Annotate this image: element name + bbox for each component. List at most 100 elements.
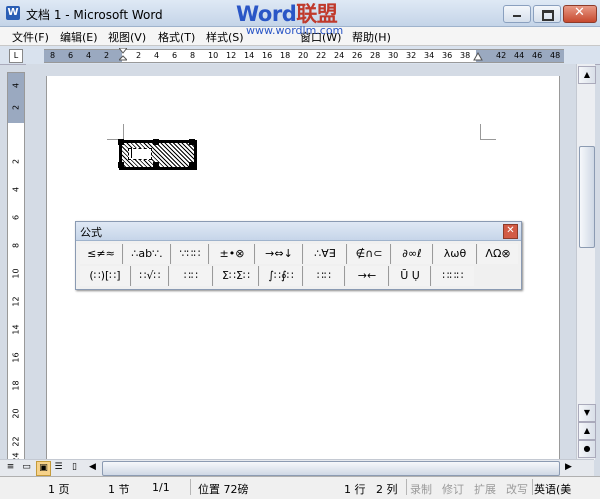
equation-toolbar-close-button[interactable]: ✕ [503,224,518,239]
logical-symbols-button[interactable]: ∴∀∃ [304,244,347,264]
summation-templates-button[interactable]: Σ∷Σ∷ [214,266,259,286]
word-app-icon[interactable]: W [6,6,20,20]
fraction-radical-templates-button[interactable]: ∷√∷ [132,266,169,286]
indent-marker[interactable] [119,48,127,62]
web-layout-view-icon[interactable]: ▭ [20,461,33,474]
tab-selector[interactable]: L [9,49,23,63]
maximize-icon [542,10,554,21]
vertical-ruler-number: 10 [11,268,21,279]
ruler-number: 44 [514,51,525,60]
status-line: 1 行 [344,483,366,496]
ruler-number: 4 [86,51,92,60]
scroll-up-button[interactable]: ▲ [578,66,596,84]
products-set-templates-button[interactable]: Ū Ụ [390,266,431,286]
text-cursor [131,148,132,158]
status-pages: 1/1 [152,481,170,494]
status-page: 1 页 [48,483,70,496]
integral-templates-button[interactable]: ∫∷∮∷ [260,266,303,286]
vertical-ruler-number: 20 [11,408,21,419]
status-bar: 1 页 1 节 1/1 位置 72磅 1 行 2 列 录制 修订 扩展 改写 英… [0,476,600,499]
embellishments-button[interactable]: ∵∷∷ [172,244,209,264]
vertical-ruler-number: 18 [11,380,21,391]
equation-toolbar-titlebar[interactable]: 公式 ✕ [76,222,521,241]
status-language[interactable]: 英语(美 [534,481,571,497]
ruler-number: 6 [172,51,178,60]
vertical-ruler-number: 2 [11,158,21,165]
maximize-button[interactable] [533,5,561,23]
ruler-number: 48 [550,51,561,60]
misc-symbols-button[interactable]: ∂∞ℓ [392,244,433,264]
scroll-down-button[interactable]: ▼ [578,404,596,422]
ruler-number: 30 [388,51,399,60]
operator-symbols-button[interactable]: ±•⊗ [210,244,255,264]
underbar-overbar-templates-button[interactable]: ∷∷ [304,266,345,286]
ruler-number: 34 [424,51,435,60]
scroll-right-button[interactable]: ▶ [562,461,575,474]
ruler-number: 2 [136,51,142,60]
horizontal-scrollbar[interactable]: ≡ ▭ ▣ ☰ ▯ ◀ ▶ [0,459,594,476]
menu-file[interactable]: 文件(F) [12,29,49,45]
status-position: 位置 72磅 [198,483,249,496]
previous-page-button[interactable]: ▲ [578,422,596,440]
ruler-number: 14 [244,51,255,60]
minimize-button[interactable] [503,5,531,23]
equation-toolbar: 公式 ✕ ≤≠≈ ∴ab∵. ∵∷∷ ±•⊗ →⇔↓ ∴∀∃ ∉∩⊂ ∂∞ℓ λ… [75,221,522,290]
vertical-ruler-number: 22 [11,436,21,447]
watermark-brand-cn: 联盟 [296,2,338,26]
labeled-arrow-templates-button[interactable]: →← [346,266,389,286]
greek-lowercase-button[interactable]: λωθ [434,244,477,264]
ruler-number: 4 [154,51,160,60]
set-theory-symbols-button[interactable]: ∉∩⊂ [348,244,391,264]
vertical-scrollbar[interactable]: ▲ ▼ ▲ ● [576,64,596,460]
ruler-number: 28 [370,51,381,60]
crop-mark-right-v [480,124,481,140]
status-column: 2 列 [376,483,398,496]
menu-format[interactable]: 格式(T) [158,29,195,45]
print-layout-view-icon[interactable]: ▣ [36,461,51,476]
arrow-symbols-button[interactable]: →⇔↓ [256,244,303,264]
ruler-number: 26 [352,51,363,60]
vertical-ruler-number: 2 [11,104,21,111]
vertical-scroll-thumb[interactable] [579,146,595,248]
normal-view-icon[interactable]: ≡ [4,461,17,474]
ruler-number: 6 [68,51,74,60]
window-title: 文档 1 - Microsoft Word [26,8,163,22]
ruler-number: 46 [532,51,543,60]
ruler-number: 16 [262,51,273,60]
status-extend-selection[interactable]: 扩展 [474,481,496,497]
ruler-number: 10 [208,51,219,60]
right-indent-marker[interactable] [473,52,483,62]
subscript-superscript-templates-button[interactable]: ∷∷ [170,266,213,286]
menu-style[interactable]: 样式(S) [206,29,244,45]
fence-templates-button[interactable]: (∷)[∷] [80,266,131,286]
outline-view-icon[interactable]: ☰ [52,461,65,474]
ruler-number: 18 [280,51,291,60]
browse-object-button[interactable]: ● [578,440,596,458]
ruler-number: 20 [298,51,309,60]
ruler-number: 24 [334,51,345,60]
status-section: 1 节 [108,483,130,496]
vertical-ruler-number: 6 [11,214,21,221]
status-track-changes[interactable]: 修订 [442,481,464,497]
vertical-ruler-number: 4 [11,186,21,193]
menu-help[interactable]: 帮助(H) [352,29,391,45]
ruler-number: 2 [104,51,110,60]
watermark-brand-word: Word [236,2,297,26]
reading-layout-view-icon[interactable]: ▯ [68,461,81,474]
spaces-ellipses-button[interactable]: ∴ab∵. [124,244,171,264]
relational-symbols-button[interactable]: ≤≠≈ [80,244,123,264]
vertical-ruler-number: 8 [11,242,21,249]
menu-edit[interactable]: 编辑(E) [60,29,98,45]
close-icon: ✕ [574,5,585,20]
ruler-number: 32 [406,51,417,60]
watermark-url: www.wordlm.com [246,24,344,37]
horizontal-scroll-thumb[interactable] [102,461,560,476]
status-overtype[interactable]: 改写 [506,481,528,497]
horizontal-ruler: L 8 6 4 2 2 4 6 8 10 12 14 16 18 20 22 24 26 28 30 32 34 36 38… [0,46,600,65]
matrix-templates-button[interactable]: ∷∷∷ [432,266,474,286]
close-button[interactable]: ✕ [563,5,597,23]
scroll-left-button[interactable]: ◀ [86,461,99,474]
menu-view[interactable]: 视图(V) [108,29,146,45]
greek-uppercase-button[interactable]: ΛΩ⊗ [478,244,518,264]
status-record-macro[interactable]: 录制 [410,481,432,497]
